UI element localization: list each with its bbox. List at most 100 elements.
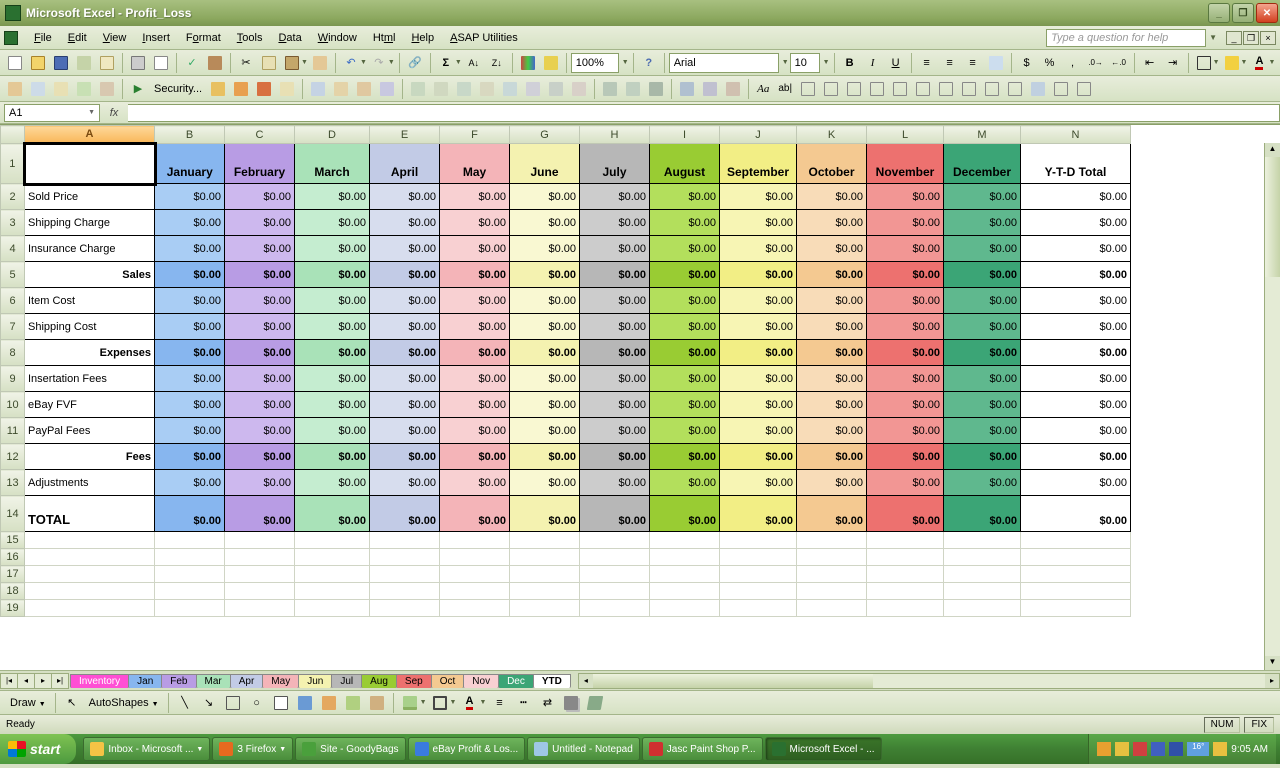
dash-style-button[interactable]: ┅ (512, 692, 534, 714)
row-header-8[interactable]: 8 (1, 340, 25, 366)
draw-menu[interactable]: Draw ▼ (6, 697, 50, 709)
cell-A10[interactable]: eBay FVF (25, 392, 155, 418)
cell-empty-18-1[interactable] (155, 583, 225, 600)
cell-feb-5[interactable]: $0.00 (225, 262, 295, 288)
cell-month-feb[interactable]: February (225, 144, 295, 184)
select-objects-button[interactable]: ↖ (61, 692, 83, 714)
cell-apr-3[interactable]: $0.00 (370, 210, 440, 236)
task-item-4[interactable]: Untitled - Notepad (527, 737, 640, 761)
cell-empty-16-7[interactable] (580, 549, 650, 566)
cell-ytd-9[interactable]: $0.00 (1021, 366, 1131, 392)
cell-jan-2[interactable]: $0.00 (155, 184, 225, 210)
cell-jul-5[interactable]: $0.00 (580, 262, 650, 288)
cell-aug-2[interactable]: $0.00 (650, 184, 720, 210)
sheet-tab-inventory[interactable]: Inventory (70, 674, 129, 688)
cell-nov-7[interactable]: $0.00 (867, 314, 944, 340)
cell-nov-10[interactable]: $0.00 (867, 392, 944, 418)
cell-jan-4[interactable]: $0.00 (155, 236, 225, 262)
cell-oct-8[interactable]: $0.00 (797, 340, 867, 366)
task-item-2[interactable]: Site - GoodyBags (295, 737, 405, 761)
cell-aug-14[interactable]: $0.00 (650, 496, 720, 532)
clipart-button[interactable] (342, 692, 364, 714)
research-button[interactable] (204, 52, 226, 74)
cell-feb-14[interactable]: $0.00 (225, 496, 295, 532)
cell-empty-17-12[interactable] (944, 566, 1021, 583)
cell-empty-18-6[interactable] (510, 583, 580, 600)
cell-empty-17-0[interactable] (25, 566, 155, 583)
cell-sep-11[interactable]: $0.00 (720, 418, 797, 444)
tb2-j2[interactable] (699, 78, 721, 100)
cell-month-jul[interactable]: July (580, 144, 650, 184)
col-header-L[interactable]: L (867, 126, 944, 144)
cell-empty-15-6[interactable] (510, 532, 580, 549)
cell-oct-2[interactable]: $0.00 (797, 184, 867, 210)
cell-empty-15-13[interactable] (1021, 532, 1131, 549)
redo-button[interactable]: ↷ (368, 52, 390, 74)
cell-A4[interactable]: Insurance Charge (25, 236, 155, 262)
cell-ytd-5[interactable]: $0.00 (1021, 262, 1131, 288)
row-header-9[interactable]: 9 (1, 366, 25, 392)
copy-button[interactable] (258, 52, 280, 74)
cell-sep-9[interactable]: $0.00 (720, 366, 797, 392)
tb2-h4[interactable] (476, 78, 498, 100)
cell-empty-19-10[interactable] (797, 600, 867, 617)
shadow-button[interactable] (560, 692, 582, 714)
cell-dec-7[interactable]: $0.00 (944, 314, 1021, 340)
cell-may-9[interactable]: $0.00 (440, 366, 510, 392)
cell-apr-9[interactable]: $0.00 (370, 366, 440, 392)
cell-may-3[interactable]: $0.00 (440, 210, 510, 236)
line-color-button[interactable] (429, 692, 451, 714)
cell-empty-19-9[interactable] (720, 600, 797, 617)
percent-button[interactable]: % (1039, 52, 1061, 74)
tb2-g4[interactable] (376, 78, 398, 100)
system-tray[interactable]: 16° 9:05 AM (1088, 734, 1276, 764)
cell-may-2[interactable]: $0.00 (440, 184, 510, 210)
cell-empty-17-10[interactable] (797, 566, 867, 583)
cell-empty-15-7[interactable] (580, 532, 650, 549)
cell-empty-16-11[interactable] (867, 549, 944, 566)
cell-A2[interactable]: Sold Price (25, 184, 155, 210)
cell-jun-2[interactable]: $0.00 (510, 184, 580, 210)
cell-empty-18-11[interactable] (867, 583, 944, 600)
cell-jan-14[interactable]: $0.00 (155, 496, 225, 532)
menu-window[interactable]: Window (310, 29, 365, 47)
tb2-abl-label[interactable]: ab| (774, 83, 796, 94)
rectangle-button[interactable] (222, 692, 244, 714)
cell-mar-9[interactable]: $0.00 (295, 366, 370, 392)
align-center-button[interactable]: ≡ (939, 52, 961, 74)
cell-empty-18-10[interactable] (797, 583, 867, 600)
cell-empty-19-12[interactable] (944, 600, 1021, 617)
sheet-tab-jan[interactable]: Jan (128, 674, 162, 688)
cell-empty-19-2[interactable] (225, 600, 295, 617)
tb2-sec-2[interactable] (230, 78, 252, 100)
tb2-k6[interactable] (912, 78, 934, 100)
spelling-button[interactable]: ✓ (181, 52, 203, 74)
tb2-k1[interactable] (797, 78, 819, 100)
font-size-combo[interactable] (790, 53, 820, 73)
cell-may-14[interactable]: $0.00 (440, 496, 510, 532)
cell-apr-12[interactable]: $0.00 (370, 444, 440, 470)
worksheet-grid[interactable]: ABCDEFGHIJKLMN1JanuaryFebruaryMarchApril… (0, 124, 1280, 670)
cell-month-mar[interactable]: March (295, 144, 370, 184)
tb2-btn-3[interactable] (50, 78, 72, 100)
task-item-1[interactable]: 3 Firefox▼ (212, 737, 293, 761)
tab-nav-prev[interactable]: ◂ (17, 673, 35, 689)
cell-jul-14[interactable]: $0.00 (580, 496, 650, 532)
cell-apr-13[interactable]: $0.00 (370, 470, 440, 496)
col-header-C[interactable]: C (225, 126, 295, 144)
row-header-1[interactable]: 1 (1, 144, 25, 184)
cell-dec-4[interactable]: $0.00 (944, 236, 1021, 262)
tb2-k3[interactable] (843, 78, 865, 100)
cell-aug-4[interactable]: $0.00 (650, 236, 720, 262)
cell-sep-4[interactable]: $0.00 (720, 236, 797, 262)
cell-aug-12[interactable]: $0.00 (650, 444, 720, 470)
comma-button[interactable]: , (1062, 52, 1084, 74)
col-header-K[interactable]: K (797, 126, 867, 144)
cell-sep-14[interactable]: $0.00 (720, 496, 797, 532)
tb2-i3[interactable] (645, 78, 667, 100)
cell-empty-15-3[interactable] (295, 532, 370, 549)
cut-button[interactable]: ✂ (235, 52, 257, 74)
cell-jan-6[interactable]: $0.00 (155, 288, 225, 314)
cell-ytd-8[interactable]: $0.00 (1021, 340, 1131, 366)
tb2-sec-1[interactable] (207, 78, 229, 100)
